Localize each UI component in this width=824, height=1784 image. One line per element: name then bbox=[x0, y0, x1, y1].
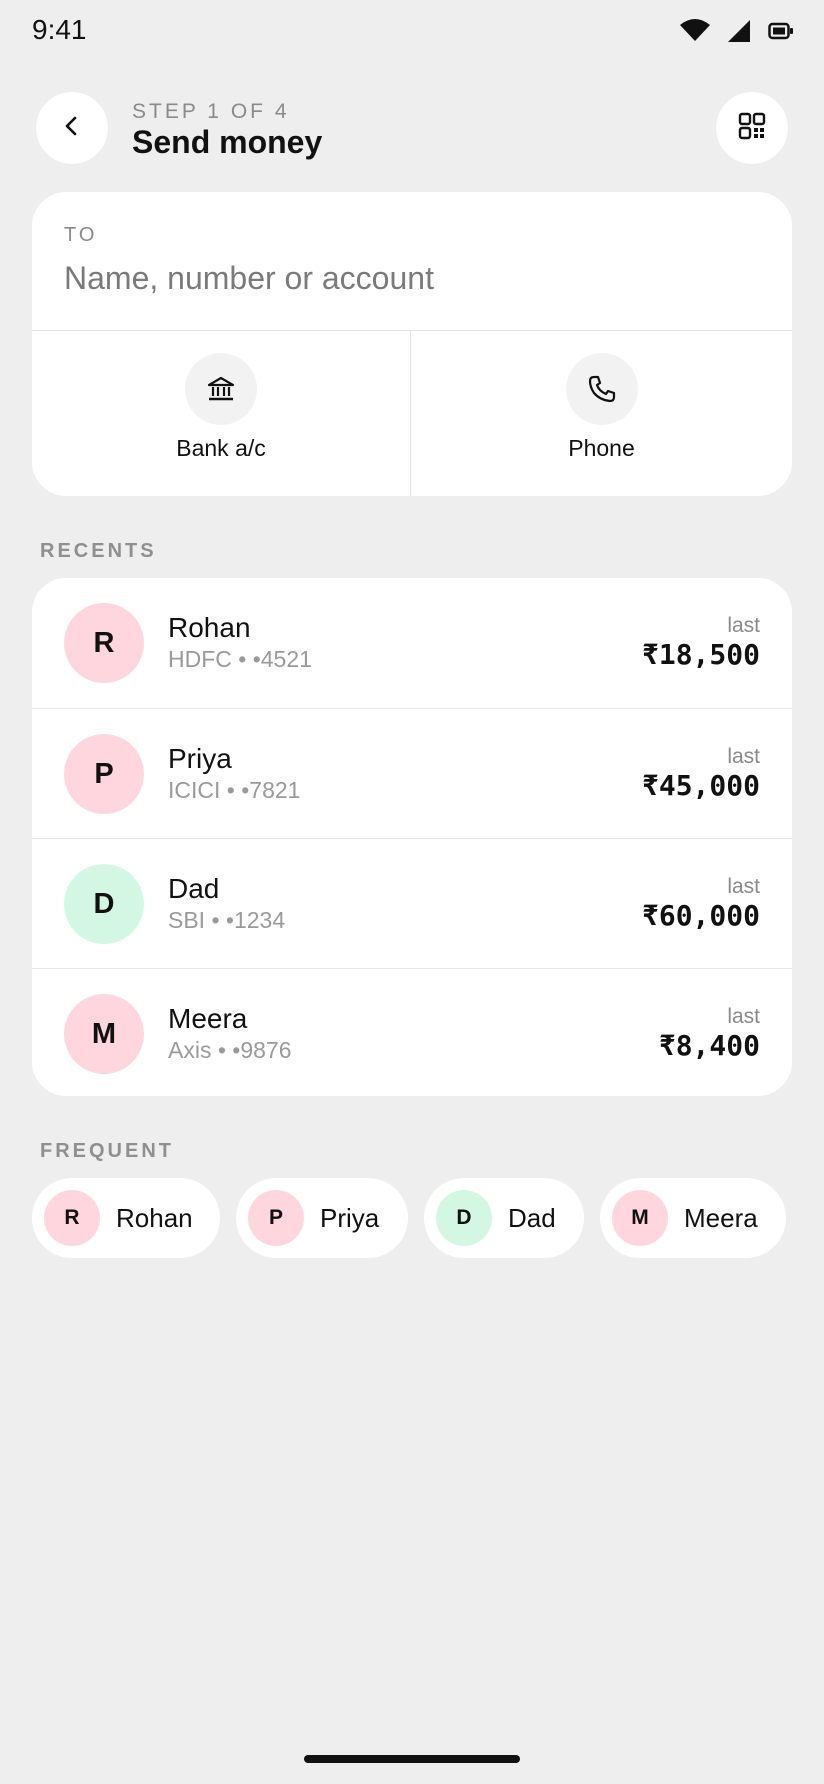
contact-account: ICICI • •7821 bbox=[168, 777, 301, 803]
frequent-heading: FREQUENT bbox=[40, 1140, 174, 1162]
contact-account: SBI • •1234 bbox=[168, 907, 286, 933]
last-amount: ₹45,000 bbox=[641, 769, 760, 802]
phone-label: Phone bbox=[568, 435, 635, 461]
last-label: last bbox=[727, 1005, 760, 1028]
frequent-contact-chip[interactable]: R Rohan bbox=[32, 1178, 220, 1258]
qr-scan-button[interactable] bbox=[716, 92, 788, 164]
status-icons bbox=[680, 18, 794, 49]
avatar: D bbox=[64, 864, 144, 944]
frequent-contact-chip[interactable]: M Meera bbox=[600, 1178, 786, 1258]
last-label: last bbox=[727, 614, 760, 637]
contact-account: Axis • •9876 bbox=[168, 1037, 292, 1063]
recents-heading: RECENTS bbox=[40, 540, 157, 562]
avatar: P bbox=[248, 1190, 304, 1246]
recent-contact-row[interactable]: P Priya ICICI • •7821 last ₹45,000 bbox=[32, 708, 792, 838]
contact-name: Rohan bbox=[168, 612, 251, 643]
qr-code-icon bbox=[738, 112, 766, 145]
home-indicator[interactable] bbox=[304, 1755, 520, 1763]
recipient-card: TO Bank a/c Phone bbox=[32, 192, 792, 496]
chip-name: Meera bbox=[684, 1203, 758, 1233]
battery-icon bbox=[768, 22, 794, 45]
status-bar: 9:41 bbox=[0, 0, 824, 64]
recent-contact-row[interactable]: D Dad SBI • •1234 last ₹60,000 bbox=[32, 838, 792, 968]
page-title: Send money bbox=[132, 124, 323, 160]
last-amount: ₹8,400 bbox=[658, 1029, 760, 1062]
to-label: TO bbox=[64, 224, 98, 246]
chevron-left-icon bbox=[60, 114, 84, 143]
recent-contact-row[interactable]: R Rohan HDFC • •4521 last ₹18,500 bbox=[32, 578, 792, 708]
contact-name: Meera bbox=[168, 1003, 248, 1034]
step-indicator: STEP 1 OF 4 bbox=[132, 100, 290, 123]
avatar: R bbox=[64, 603, 144, 683]
contact-name: Priya bbox=[168, 743, 232, 774]
chip-name: Rohan bbox=[116, 1203, 193, 1233]
recipient-search-input[interactable] bbox=[64, 254, 754, 302]
avatar: D bbox=[436, 1190, 492, 1246]
chip-name: Dad bbox=[508, 1203, 556, 1233]
last-amount: ₹18,500 bbox=[641, 638, 760, 671]
chip-name: Priya bbox=[320, 1203, 380, 1233]
back-button[interactable] bbox=[36, 92, 108, 164]
recents-list: R Rohan HDFC • •4521 last ₹18,500 P Priy… bbox=[32, 578, 792, 1096]
frequent-contact-chip[interactable]: P Priya bbox=[236, 1178, 408, 1258]
last-label: last bbox=[727, 875, 760, 898]
avatar: M bbox=[64, 994, 144, 1074]
avatar: R bbox=[44, 1190, 100, 1246]
phone-icon bbox=[565, 353, 638, 425]
wifi-icon bbox=[680, 19, 710, 48]
contact-name: Dad bbox=[168, 873, 220, 904]
signal-icon bbox=[726, 18, 752, 49]
bank-account-label: Bank a/c bbox=[176, 435, 266, 461]
phone-option[interactable]: Phone bbox=[411, 331, 792, 496]
avatar: P bbox=[64, 734, 144, 814]
bank-account-option[interactable]: Bank a/c bbox=[32, 331, 410, 496]
last-amount: ₹60,000 bbox=[641, 899, 760, 932]
last-label: last bbox=[727, 745, 760, 768]
frequent-contact-chip[interactable]: D Dad bbox=[424, 1178, 584, 1258]
status-time: 9:41 bbox=[32, 14, 87, 45]
contact-account: HDFC • •4521 bbox=[168, 646, 312, 672]
avatar: M bbox=[612, 1190, 668, 1246]
recent-contact-row[interactable]: M Meera Axis • •9876 last ₹8,400 bbox=[32, 968, 792, 1096]
bank-icon bbox=[185, 353, 257, 425]
